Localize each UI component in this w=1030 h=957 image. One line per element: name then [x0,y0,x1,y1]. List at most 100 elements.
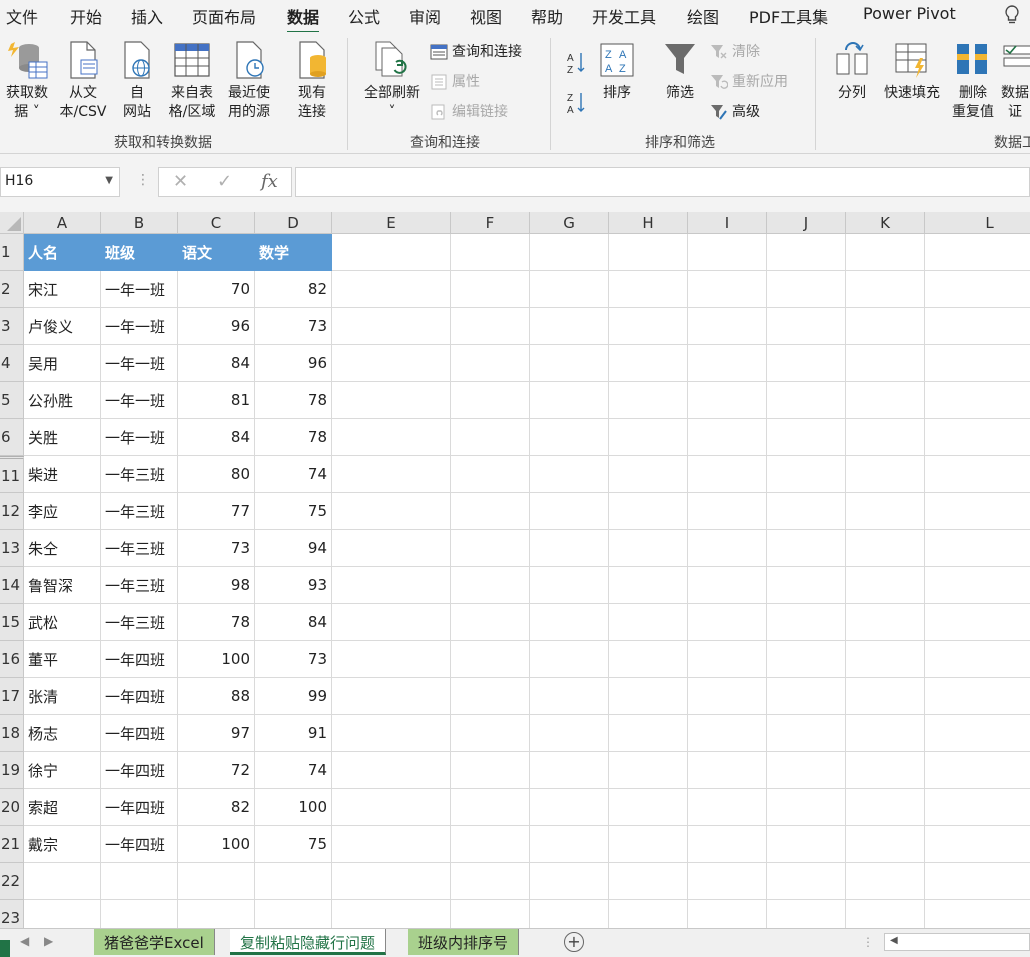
empty-cell[interactable] [846,826,925,863]
column-header[interactable]: C [178,212,255,234]
empty-cell[interactable] [925,678,1030,715]
empty-cell[interactable] [451,345,530,382]
empty-cell[interactable] [925,234,1030,271]
empty-cell[interactable] [609,530,688,567]
table-cell[interactable]: 73 [255,641,332,678]
empty-cell[interactable] [846,493,925,530]
empty-cell[interactable] [101,900,178,928]
table-cell[interactable]: 75 [255,826,332,863]
empty-cell[interactable] [925,530,1030,567]
header-cell[interactable]: 班级 [101,234,178,271]
empty-cell[interactable] [530,752,609,789]
empty-cell[interactable] [846,234,925,271]
empty-cell[interactable] [530,530,609,567]
table-cell[interactable]: 卢俊义 [24,308,101,345]
table-cell[interactable]: 96 [255,345,332,382]
row-header[interactable]: 15 [0,604,24,641]
empty-cell[interactable] [451,715,530,752]
empty-cell[interactable] [332,419,451,456]
table-cell[interactable]: 70 [178,271,255,308]
sheet-tab[interactable]: 班级内排序号 [408,929,520,955]
empty-cell[interactable] [925,382,1030,419]
empty-cell[interactable] [767,308,846,345]
tab-page-layout[interactable]: 页面布局 [192,4,256,28]
column-header[interactable]: L [925,212,1030,234]
empty-cell[interactable] [332,308,451,345]
table-cell[interactable]: 关胜 [24,419,101,456]
empty-cell[interactable] [451,382,530,419]
empty-cell[interactable] [609,789,688,826]
empty-cell[interactable] [767,752,846,789]
formula-input[interactable] [295,167,1030,197]
empty-cell[interactable] [332,271,451,308]
column-header[interactable]: H [609,212,688,234]
table-cell[interactable]: 97 [178,715,255,752]
empty-cell[interactable] [767,456,846,493]
empty-cell[interactable] [530,863,609,900]
empty-cell[interactable] [846,345,925,382]
table-cell[interactable]: 84 [178,419,255,456]
column-header[interactable]: B [101,212,178,234]
tab-pdf-tools[interactable]: PDF工具集 [749,4,828,28]
table-cell[interactable]: 索超 [24,789,101,826]
table-cell[interactable]: 74 [255,456,332,493]
empty-cell[interactable] [767,345,846,382]
horizontal-scrollbar[interactable]: ◀ [884,933,1030,951]
row-header[interactable]: 11 [0,456,24,493]
table-cell[interactable]: 杨志 [24,715,101,752]
table-cell[interactable]: 96 [178,308,255,345]
empty-cell[interactable] [178,900,255,928]
empty-cell[interactable] [332,567,451,604]
empty-cell[interactable] [609,456,688,493]
tab-developer[interactable]: 开发工具 [592,4,656,28]
sheet-tab-active[interactable]: 复制粘贴隐藏行问题 [230,929,387,955]
empty-cell[interactable] [332,604,451,641]
table-cell[interactable]: 戴宗 [24,826,101,863]
empty-cell[interactable] [530,419,609,456]
empty-cell[interactable] [332,752,451,789]
enter-icon[interactable]: ✓ [217,171,232,192]
empty-cell[interactable] [688,345,767,382]
table-cell[interactable]: 72 [178,752,255,789]
empty-cell[interactable] [609,234,688,271]
properties-button[interactable]: 属性 [430,72,480,92]
empty-cell[interactable] [688,604,767,641]
empty-cell[interactable] [846,530,925,567]
from-text-csv-button[interactable]: 从文 本/CSV [55,40,111,122]
add-sheet-button[interactable]: + [564,932,584,952]
empty-cell[interactable] [925,567,1030,604]
empty-cell[interactable] [609,382,688,419]
column-header[interactable]: J [767,212,846,234]
empty-cell[interactable] [688,271,767,308]
empty-cell[interactable] [846,308,925,345]
table-cell[interactable]: 宋江 [24,271,101,308]
empty-cell[interactable] [925,826,1030,863]
empty-cell[interactable] [530,567,609,604]
empty-cell[interactable] [609,752,688,789]
empty-cell[interactable] [767,900,846,928]
empty-cell[interactable] [767,641,846,678]
table-cell[interactable]: 77 [178,493,255,530]
table-cell[interactable]: 一年三班 [101,493,178,530]
empty-cell[interactable] [767,382,846,419]
empty-cell[interactable] [332,345,451,382]
empty-cell[interactable] [609,604,688,641]
empty-cell[interactable] [846,678,925,715]
table-cell[interactable]: 一年四班 [101,826,178,863]
empty-cell[interactable] [688,530,767,567]
empty-cell[interactable] [767,789,846,826]
sheet-prev-icon[interactable]: ◀ [20,934,29,948]
insert-function-icon[interactable]: fx [261,171,278,192]
table-cell[interactable]: 84 [255,604,332,641]
sort-az-button[interactable]: A Z [565,50,591,76]
empty-cell[interactable] [925,900,1030,928]
table-cell[interactable]: 81 [178,382,255,419]
empty-cell[interactable] [451,863,530,900]
empty-cell[interactable] [24,863,101,900]
sort-button[interactable]: Z A A Z 排序 [595,40,639,103]
tab-file[interactable]: 文件 [6,4,38,28]
empty-cell[interactable] [451,826,530,863]
table-cell[interactable]: 一年一班 [101,271,178,308]
empty-cell[interactable] [332,863,451,900]
empty-cell[interactable] [925,419,1030,456]
